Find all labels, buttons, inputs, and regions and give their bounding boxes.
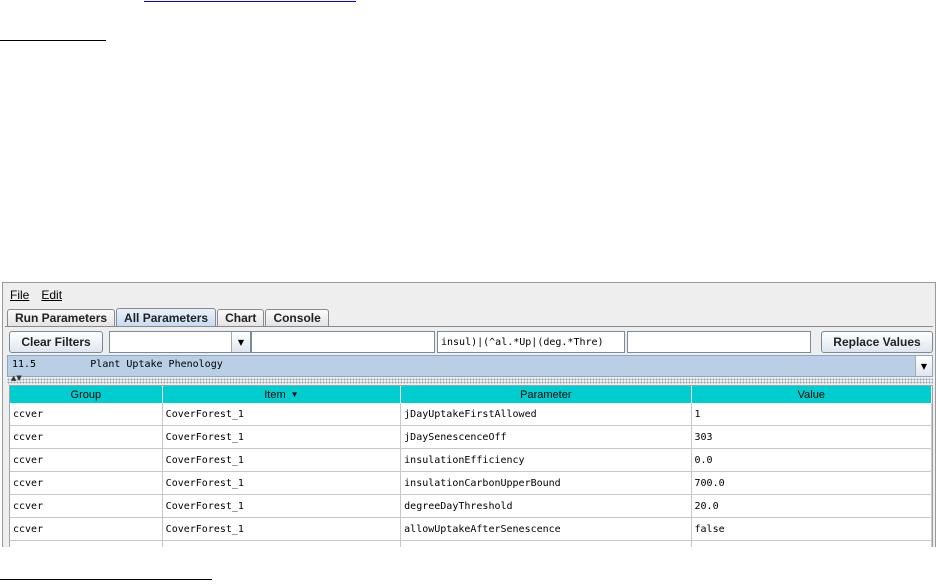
document-footnote-rule — [0, 579, 212, 580]
split-pane-divider[interactable]: ▲▼ — [7, 374, 933, 384]
table-row[interactable]: ccver CoverForest_1 jDaySenescenceOff 303 — [10, 426, 932, 449]
tab-all-parameters[interactable]: All Parameters — [116, 308, 217, 326]
group-filter-combo[interactable]: ▼ — [109, 331, 251, 353]
table-cell[interactable]: CoverForest_1 — [163, 403, 402, 425]
table-cell[interactable]: CoverForest_1 — [163, 426, 402, 448]
table-body: ccver CoverForest_1 jDayUptakeFirstAllowed… — [10, 403, 932, 547]
table-cell[interactable]: 20.0 — [692, 495, 932, 517]
table-cell[interactable]: ccver — [10, 472, 163, 494]
table-cell[interactable]: ccver — [10, 403, 163, 425]
menu-file[interactable]: File — [5, 288, 34, 302]
chevron-down-icon[interactable]: ▼ — [915, 356, 932, 376]
table-cell[interactable]: CoverForest_1 — [163, 495, 402, 517]
table-cell[interactable]: CoverForest_1 — [163, 472, 402, 494]
parameter-filter-input[interactable]: insul)|(^al.*Up|(deg.*Thre) — [437, 331, 625, 353]
tab-chart[interactable]: Chart — [217, 309, 265, 326]
section-label: 11.5 Plant Uptake Phenology — [12, 359, 223, 370]
item-filter-input[interactable] — [251, 331, 435, 353]
menu-bar: File Edit — [3, 283, 935, 307]
table-cell[interactable]: false — [692, 518, 932, 540]
tab-run-parameters[interactable]: Run Parameters — [7, 309, 116, 326]
section-selector[interactable]: 11.5 Plant Uptake Phenology ▼ — [7, 355, 933, 377]
table-cell[interactable] — [401, 541, 692, 547]
table-row[interactable]: ccver CoverForest_1 allowUptakeAfterSenesc… — [10, 518, 932, 541]
table-cell[interactable]: degreeDayThreshold — [401, 495, 692, 517]
table-cell[interactable]: 1 — [692, 403, 932, 425]
table-cell[interactable]: insulationEfficiency — [401, 449, 692, 471]
table-row[interactable]: ccver CoverForest_1 insulationEfficiency 0.… — [10, 449, 932, 472]
table-cell[interactable]: CoverForest_1 — [163, 449, 402, 471]
table-cell[interactable]: ccver — [10, 541, 163, 547]
table-row[interactable]: ccverCoverForest_1 — [10, 541, 932, 547]
table-cell[interactable]: ccver — [10, 449, 163, 471]
table-cell[interactable]: jDaySenescenceOff — [401, 426, 692, 448]
table-row[interactable]: ccver CoverForest_1 insulationCarbonUpperB… — [10, 472, 932, 495]
table-cell[interactable]: jDayUptakeFirstAllowed — [401, 403, 692, 425]
table-cell[interactable] — [692, 541, 932, 547]
menu-edit[interactable]: Edit — [36, 288, 67, 302]
header-group[interactable]: Group — [10, 386, 163, 403]
table-cell[interactable]: ccver — [10, 518, 163, 540]
table-cell[interactable]: insulationCarbonUpperBound — [401, 472, 692, 494]
document-heading-underline — [0, 40, 106, 41]
application-window: File Edit Run Parameters All Parameters … — [2, 282, 936, 547]
table-row[interactable]: ccver CoverForest_1 jDayUptakeFirstAllowed… — [10, 403, 932, 426]
table-row[interactable]: ccver CoverForest_1 degreeDayThreshold 20.0 — [10, 495, 932, 518]
all-parameters-panel: Clear Filters ▼ insul)|(^al.*Up|(deg.*Th… — [5, 326, 933, 547]
table-cell[interactable]: CoverForest_1 — [163, 541, 402, 547]
chevron-down-icon[interactable]: ▼ — [231, 332, 250, 352]
replace-values-button[interactable]: Replace Values — [821, 331, 933, 353]
table-cell[interactable]: allowUptakeAfterSenescence — [401, 518, 692, 540]
header-item[interactable]: Item ▼ — [163, 386, 402, 403]
table-cell[interactable]: CoverForest_1 — [163, 518, 402, 540]
parameters-table: Group Item ▼ Parameter Value ccver CoverFo… — [9, 385, 933, 547]
section-number: 11.5 — [12, 359, 37, 370]
header-value[interactable]: Value — [692, 386, 932, 403]
table-cell[interactable]: ccver — [10, 426, 163, 448]
sort-descending-icon: ▼ — [290, 390, 299, 399]
table-cell[interactable]: ccver — [10, 495, 163, 517]
table-cell[interactable]: 700.0 — [692, 472, 932, 494]
table-cell[interactable]: 303 — [692, 426, 932, 448]
filter-bar: Clear Filters ▼ insul)|(^al.*Up|(deg.*Th… — [5, 329, 933, 355]
document-link-underline[interactable] — [144, 0, 356, 2]
table-header: Group Item ▼ Parameter Value — [10, 386, 932, 403]
tab-console[interactable]: Console — [265, 309, 329, 326]
table-cell[interactable]: 0.0 — [692, 449, 932, 471]
value-filter-input[interactable] — [627, 331, 811, 353]
header-parameter[interactable]: Parameter — [401, 386, 692, 403]
tab-strip: Run Parameters All Parameters Chart Cons… — [7, 308, 330, 326]
section-name: Plant Uptake Phenology — [90, 359, 223, 370]
clear-filters-button[interactable]: Clear Filters — [9, 331, 103, 353]
collapse-arrows-icon[interactable]: ▲▼ — [11, 374, 22, 382]
